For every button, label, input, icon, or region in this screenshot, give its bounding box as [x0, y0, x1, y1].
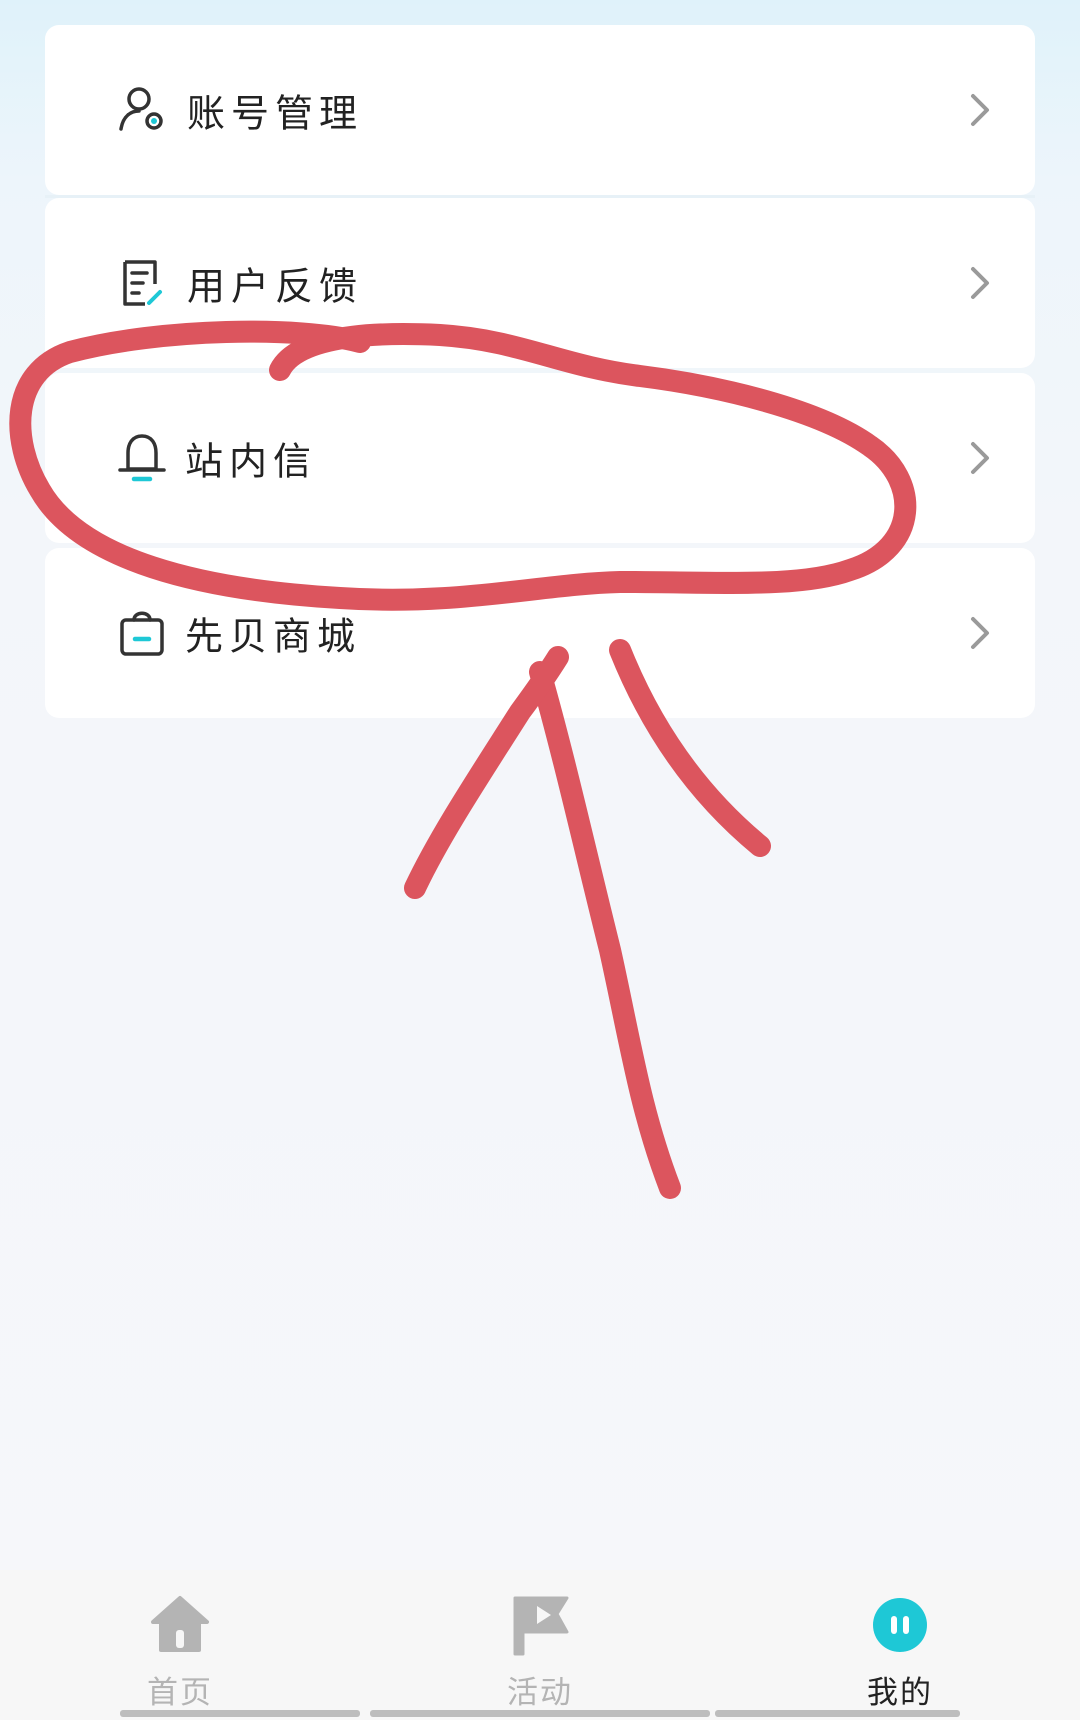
chevron-right-icon: [971, 267, 989, 299]
tab-me[interactable]: 我的: [720, 1570, 1080, 1720]
menu-item-inbox[interactable]: 站内信: [45, 373, 1035, 543]
menu-item-label: 先贝商城: [185, 614, 362, 659]
tab-label: 我的: [867, 1675, 933, 1711]
tab-indicator: [715, 1710, 960, 1717]
mascot-icon: [873, 1598, 927, 1652]
tab-home[interactable]: 首页: [0, 1570, 360, 1720]
bell-icon: [118, 434, 166, 482]
tab-label: 活动: [507, 1675, 573, 1711]
tab-activity[interactable]: 活动: [360, 1570, 720, 1720]
chevron-right-icon: [971, 94, 989, 126]
menu-item-label: 账号管理: [187, 91, 364, 136]
menu-item-shop[interactable]: 先贝商城: [45, 548, 1035, 718]
menu-item-feedback[interactable]: 用户反馈: [45, 198, 1035, 368]
menu-item-label: 用户反馈: [187, 264, 364, 309]
chevron-right-icon: [971, 617, 989, 649]
feedback-icon: [123, 260, 162, 306]
bottom-tab-bar: 首页 活动 我的: [0, 1570, 1080, 1720]
shopping-bag-icon: [120, 611, 164, 656]
chevron-right-icon: [971, 442, 989, 474]
flag-icon: [513, 1596, 569, 1656]
menu-item-label: 站内信: [185, 439, 318, 484]
tab-indicator: [370, 1710, 710, 1717]
home-icon: [151, 1596, 209, 1652]
menu-item-account[interactable]: 账号管理: [45, 25, 1035, 195]
annotation-arrow-shaft: [529, 661, 681, 1199]
user-settings-icon: [119, 87, 163, 131]
tab-label: 首页: [147, 1675, 213, 1711]
tab-indicator: [120, 1710, 360, 1717]
